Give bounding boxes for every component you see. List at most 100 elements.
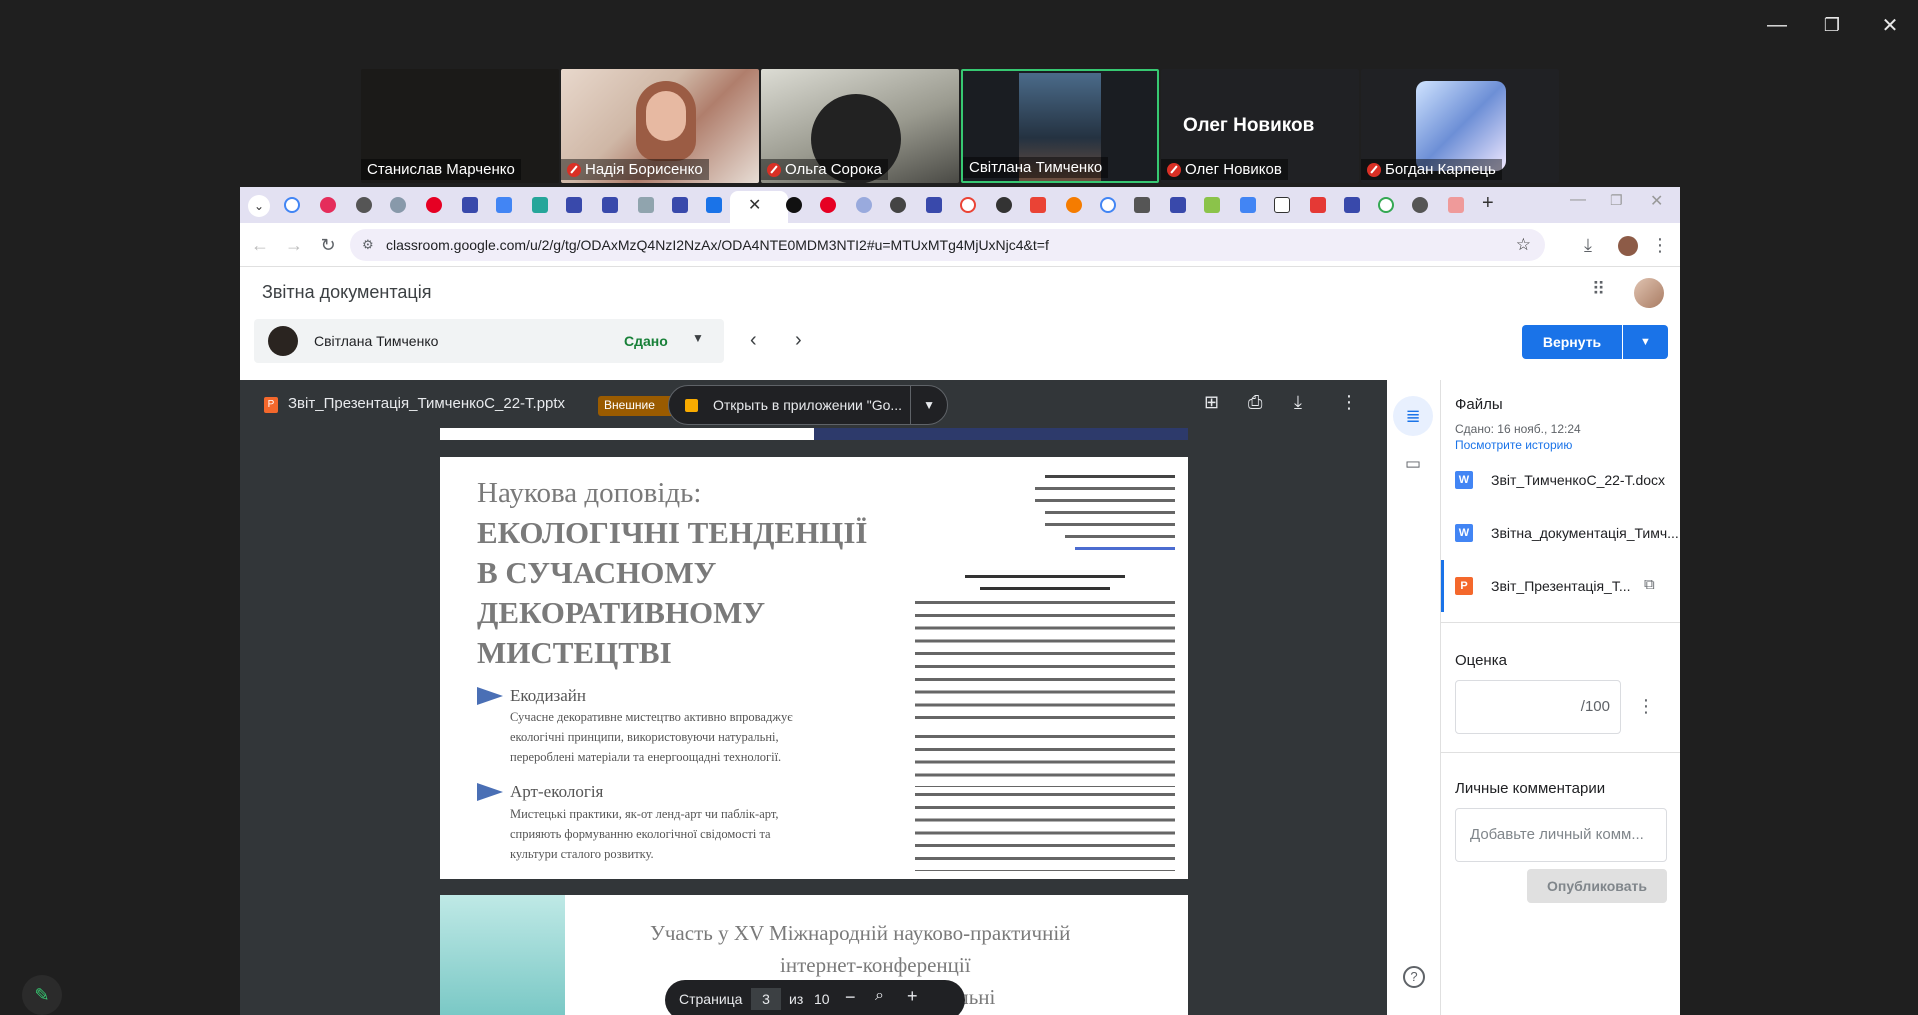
download-icon[interactable]: ⤓ — [1574, 231, 1602, 259]
file-item[interactable]: W Звіт_ТимченкоС_22-Т.docx — [1441, 454, 1680, 506]
zoom-in-icon[interactable]: + — [907, 986, 918, 1007]
comments-tab-icon[interactable]: ▭ — [1405, 454, 1421, 474]
chevron-down-icon[interactable]: ▼ — [692, 331, 704, 345]
tab-icon[interactable] — [1134, 197, 1150, 213]
grade-input[interactable]: /100 — [1455, 680, 1621, 734]
tab-icon[interactable] — [926, 197, 942, 213]
tab-icon[interactable] — [1310, 197, 1326, 213]
browser-menu-icon[interactable]: ⋮ — [1646, 231, 1674, 259]
bookmark-star-icon[interactable]: ☆ — [1516, 229, 1531, 261]
tab-icon[interactable] — [1204, 197, 1220, 213]
tab-icon[interactable] — [532, 197, 548, 213]
file-item[interactable]: W Звітна_документація_Тимч... — [1441, 507, 1680, 559]
grade-suffix: /100 — [1580, 698, 1610, 715]
browser-close-button[interactable]: ✕ — [1650, 191, 1663, 211]
open-new-window-icon[interactable]: ⧉ — [1644, 576, 1655, 593]
return-options-button[interactable]: ▼ — [1623, 325, 1668, 359]
tab-icon[interactable] — [320, 197, 336, 213]
tab-icon[interactable] — [1378, 197, 1394, 213]
participant-tile[interactable]: Олег Новиков Олег Новиков — [1161, 69, 1359, 183]
browser-minimize-button[interactable]: — — [1570, 191, 1586, 209]
grade-more-icon[interactable]: ⋮ — [1637, 696, 1655, 717]
submission-panel: Файлы Сдано: 16 нояб., 12:24 Посмотрите … — [1440, 380, 1680, 1015]
tab-icon[interactable] — [706, 197, 722, 213]
participant-tile[interactable]: Станислав Марченко — [361, 69, 559, 183]
tab-icon[interactable] — [890, 197, 906, 213]
add-comment-icon[interactable]: ⊞ — [1204, 392, 1219, 413]
reload-button[interactable]: ↻ — [314, 231, 342, 259]
tab-icon[interactable] — [1448, 197, 1464, 213]
tab-icon[interactable] — [390, 197, 406, 213]
profile-avatar[interactable] — [1618, 236, 1638, 256]
tab-icon[interactable] — [496, 197, 512, 213]
slide-item-text: перероблені матеріали та енергоощадні те… — [510, 750, 782, 764]
tab-icon[interactable] — [426, 197, 442, 213]
back-button[interactable]: ← — [246, 231, 274, 259]
open-in-app-label: Открыть в приложении "Go... — [713, 397, 903, 413]
previous-student-button[interactable]: ‹ — [750, 329, 757, 352]
restore-button[interactable]: ❐ — [1812, 10, 1852, 40]
files-tab-icon[interactable]: ≣ — [1393, 396, 1433, 436]
new-tab-button[interactable]: + — [1482, 192, 1494, 215]
forward-button[interactable]: → — [280, 231, 308, 259]
download-file-icon[interactable]: ⤓ — [1294, 392, 1302, 413]
history-link[interactable]: Посмотрите историю — [1455, 438, 1572, 452]
tab-icon[interactable] — [1030, 197, 1046, 213]
open-in-app-button[interactable]: Открыть в приложении "Go... ▼ — [668, 385, 948, 425]
tab-search-button[interactable]: ⌄ — [248, 195, 270, 217]
tab-icon[interactable] — [1240, 197, 1256, 213]
apps-grid-icon[interactable]: ⠿ — [1592, 279, 1605, 300]
doc-paragraph — [915, 793, 1175, 871]
browser-window: ⌄ ✕ + — ❐ ✕ ← → ↻ ⚙ classroom.google.com… — [240, 187, 1680, 1015]
zoom-out-icon[interactable]: − — [845, 987, 856, 1008]
publish-button[interactable]: Опубликовать — [1527, 869, 1667, 903]
zoom-icon[interactable]: ⌕ — [875, 987, 884, 1005]
tab-icon[interactable] — [1170, 197, 1186, 213]
tab-icon[interactable] — [672, 197, 688, 213]
tab-icon[interactable] — [462, 197, 478, 213]
close-window-button[interactable]: ✕ — [1870, 10, 1910, 40]
tab-icon[interactable] — [786, 197, 802, 213]
file-item-selected[interactable]: P Звіт_Презентація_Т... ⧉ — [1441, 560, 1680, 612]
participant-tile[interactable]: Ольга Сорока — [761, 69, 959, 183]
return-button[interactable]: Вернуть — [1522, 325, 1622, 359]
participant-tile-active[interactable]: Світлана Тимченко — [961, 69, 1159, 183]
tab-icon[interactable] — [1412, 197, 1428, 213]
tab-icon[interactable] — [960, 197, 976, 213]
student-bar: Світлана Тимченко Сдано ▼ ‹ › Вернуть ▼ — [240, 317, 1680, 367]
close-tab-icon[interactable]: ✕ — [748, 195, 761, 215]
tab-icon[interactable] — [1066, 197, 1082, 213]
private-comment-input[interactable]: Добавьте личный комм... — [1455, 808, 1667, 862]
participant-name: Олег Новиков — [1185, 161, 1282, 178]
tab-icon[interactable] — [996, 197, 1012, 213]
slide-item-text: Сучасне декоративне мистецтво активно вп… — [510, 710, 793, 724]
tab-icon[interactable] — [1274, 197, 1290, 213]
side-rail: ≣ ▭ ? — [1387, 380, 1440, 1015]
annotate-pen-button[interactable]: ✎ — [22, 975, 62, 1015]
participant-name: Станислав Марченко — [367, 161, 515, 178]
url-field[interactable]: ⚙ classroom.google.com/u/2/g/tg/ODAxMzQ4… — [350, 229, 1545, 261]
browser-restore-button[interactable]: ❐ — [1610, 192, 1623, 209]
doc-line — [1035, 487, 1175, 490]
tab-icon[interactable] — [638, 197, 654, 213]
account-avatar[interactable] — [1634, 278, 1664, 308]
open-dropdown-icon[interactable]: ▼ — [910, 386, 935, 424]
more-options-icon[interactable]: ⋮ — [1340, 392, 1358, 413]
tab-icon[interactable] — [1344, 197, 1360, 213]
print-icon[interactable]: ⎙ — [1248, 392, 1262, 413]
site-info-icon[interactable]: ⚙ — [362, 229, 374, 261]
tab-icon[interactable] — [284, 197, 300, 213]
tab-icon[interactable] — [856, 197, 872, 213]
tab-icon[interactable] — [356, 197, 372, 213]
minimize-button[interactable]: — — [1757, 10, 1797, 40]
tab-icon[interactable] — [820, 197, 836, 213]
help-icon[interactable]: ? — [1403, 966, 1425, 988]
page-number-input[interactable]: 3 — [751, 988, 781, 1010]
participant-tile[interactable]: Надія Борисенко — [561, 69, 759, 183]
participant-tile[interactable]: Богдан Карпець — [1361, 69, 1559, 183]
tab-icon[interactable] — [566, 197, 582, 213]
tab-icon[interactable] — [602, 197, 618, 213]
next-student-button[interactable]: › — [795, 329, 802, 352]
tab-icon[interactable] — [1100, 197, 1116, 213]
student-selector[interactable]: Світлана Тимченко Сдано ▼ — [254, 319, 724, 363]
